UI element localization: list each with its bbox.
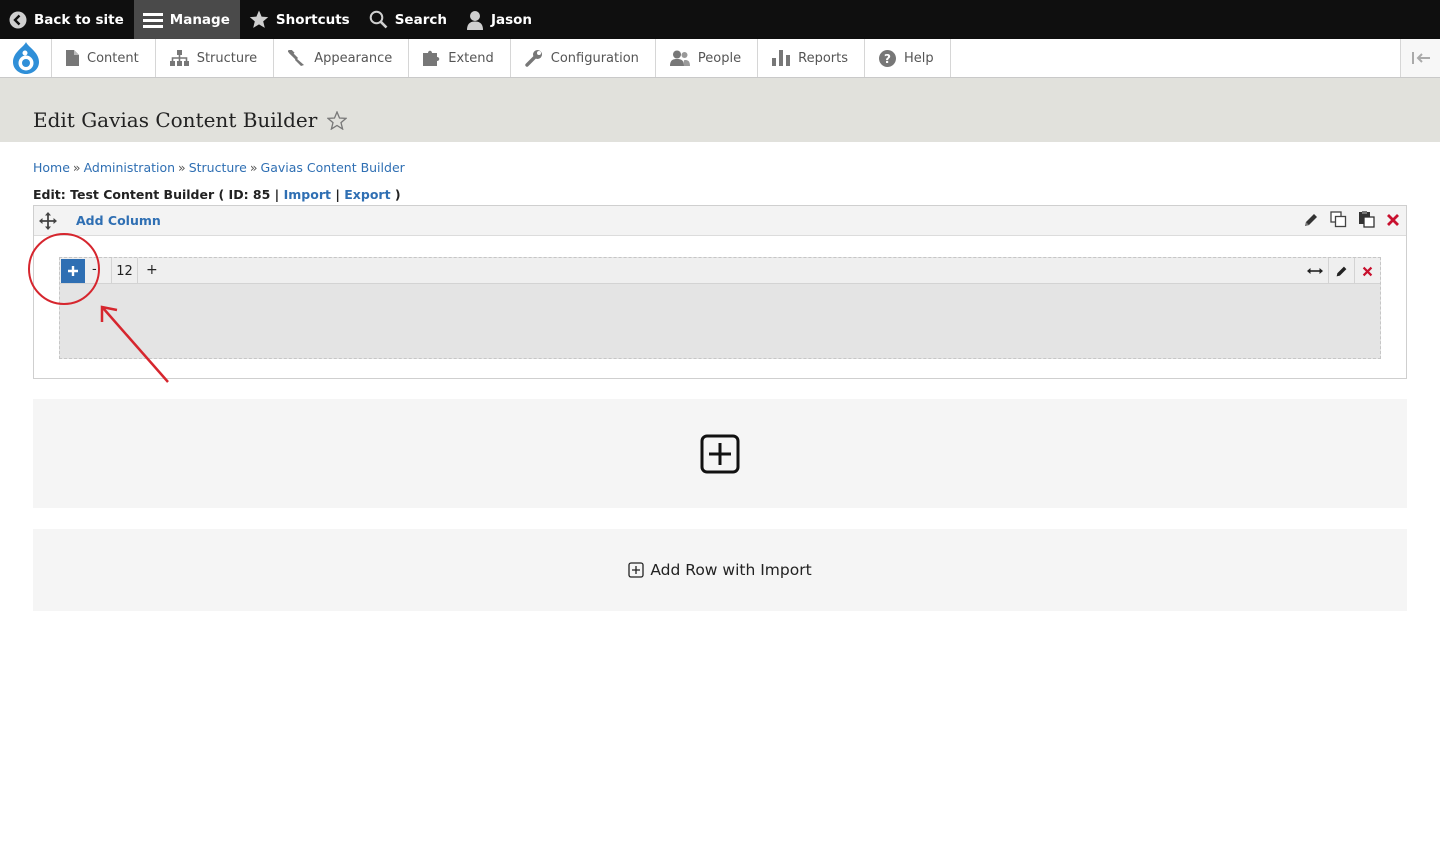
svg-text:?: ? xyxy=(884,51,891,65)
file-icon xyxy=(66,50,79,66)
row-tools xyxy=(1303,211,1400,228)
tray-item-label: Extend xyxy=(448,50,494,66)
tray-item-label: Reports xyxy=(798,50,848,66)
column-size: 12 xyxy=(111,258,138,284)
builder-row: Add Column - 12 + xyxy=(33,205,1407,379)
drupal-logo-icon[interactable] xyxy=(0,39,52,77)
breadcrumb-gavias-content-builder[interactable]: Gavias Content Builder xyxy=(261,160,405,175)
wrench-icon xyxy=(525,50,542,67)
tray-item-people[interactable]: People xyxy=(656,39,759,77)
admin-toolbar: Back to site Manage Shortcuts Search Jas… xyxy=(0,0,1440,39)
manage-tab[interactable]: Manage xyxy=(133,0,240,39)
page-title-text: Edit Gavias Content Builder xyxy=(33,108,318,132)
row-header: Add Column xyxy=(34,206,1406,236)
increase-width-button[interactable]: + xyxy=(146,262,158,278)
tray-item-extend[interactable]: Extend xyxy=(409,39,511,77)
column-header: - 12 + xyxy=(60,258,1380,284)
edit-pencil-icon[interactable] xyxy=(1303,212,1319,228)
tray-item-label: Help xyxy=(904,50,934,66)
column-tools xyxy=(1302,258,1380,284)
breadcrumb-structure[interactable]: Structure xyxy=(189,160,247,175)
delete-row-icon[interactable] xyxy=(1386,213,1400,227)
back-arrow-icon xyxy=(9,11,27,28)
admin-tray: Content Structure Appearance Extend Conf… xyxy=(0,39,1440,78)
search-tab[interactable]: Search xyxy=(360,0,457,39)
add-row-plus-box-icon[interactable] xyxy=(700,434,740,474)
tray-orientation-toggle[interactable] xyxy=(1400,39,1440,77)
user-tab[interactable]: Jason xyxy=(457,0,542,39)
paste-icon[interactable] xyxy=(1358,211,1375,228)
tray-item-label: Structure xyxy=(196,50,258,66)
manage-label: Manage xyxy=(169,11,230,28)
tray-item-configuration[interactable]: Configuration xyxy=(511,39,656,77)
duplicate-icon[interactable] xyxy=(1330,211,1347,228)
paintbrush-icon xyxy=(288,49,305,66)
user-icon xyxy=(466,10,483,30)
plus-box-icon xyxy=(628,562,644,578)
tray-item-content[interactable]: Content xyxy=(52,39,156,77)
page-header: Edit Gavias Content Builder xyxy=(0,78,1440,142)
tray-item-help[interactable]: ? Help xyxy=(865,39,951,77)
decrease-width-button[interactable]: - xyxy=(92,262,97,277)
help-icon: ? xyxy=(879,49,896,67)
plus-icon xyxy=(68,266,78,276)
export-link[interactable]: Export xyxy=(344,187,390,202)
builder-column: - 12 + xyxy=(59,257,1381,359)
column-delete-icon[interactable] xyxy=(1354,258,1380,284)
breadcrumb-home[interactable]: Home xyxy=(33,160,70,175)
edit-info-divider: | xyxy=(335,187,340,202)
resize-horizontal-icon[interactable] xyxy=(1302,258,1328,284)
star-icon xyxy=(249,10,269,28)
edit-info-prefix: Edit: Test Content Builder ( ID: 85 | xyxy=(33,187,280,202)
breadcrumb: Home» Administration» Structure» Gavias Con… xyxy=(33,160,405,175)
collapse-left-icon xyxy=(1411,52,1430,64)
add-row-panel[interactable] xyxy=(33,399,1407,508)
people-icon xyxy=(669,50,690,66)
move-icon[interactable] xyxy=(39,212,57,230)
breadcrumb-separator: » xyxy=(178,160,186,175)
add-element-button[interactable] xyxy=(61,259,85,283)
search-icon xyxy=(369,10,388,29)
shortcuts-tab[interactable]: Shortcuts xyxy=(240,0,360,39)
tray-item-label: People xyxy=(697,50,742,66)
tray-item-structure[interactable]: Structure xyxy=(156,39,275,77)
puzzle-icon xyxy=(423,50,440,66)
tray-item-appearance[interactable]: Appearance xyxy=(274,39,410,77)
shortcut-star-icon[interactable] xyxy=(327,110,348,130)
sitemap-icon xyxy=(169,50,189,66)
tray-item-label: Content xyxy=(87,50,139,66)
bar-chart-icon xyxy=(772,50,791,66)
back-to-site-label: Back to site xyxy=(34,11,124,28)
shortcuts-label: Shortcuts xyxy=(275,11,350,28)
tray-item-reports[interactable]: Reports xyxy=(758,39,865,77)
edit-info-line: Edit: Test Content Builder ( ID: 85 | Im… xyxy=(33,187,401,202)
breadcrumb-administration[interactable]: Administration xyxy=(84,160,175,175)
import-link[interactable]: Import xyxy=(284,187,331,202)
user-label: Jason xyxy=(490,11,533,28)
add-row-import-label: Add Row with Import xyxy=(650,561,812,579)
add-row-import-panel[interactable]: Add Row with Import xyxy=(33,529,1407,611)
page-title: Edit Gavias Content Builder xyxy=(33,108,348,132)
add-column-link[interactable]: Add Column xyxy=(76,213,161,228)
tray-item-label: Appearance xyxy=(314,50,393,66)
breadcrumb-separator: » xyxy=(72,160,81,175)
search-label: Search xyxy=(394,11,447,28)
tray-item-label: Configuration xyxy=(550,50,639,66)
back-to-site-link[interactable]: Back to site xyxy=(0,0,134,39)
breadcrumb-separator: » xyxy=(249,160,258,175)
column-edit-icon[interactable] xyxy=(1328,258,1354,284)
edit-info-suffix: ) xyxy=(394,187,401,202)
hamburger-icon xyxy=(142,12,163,28)
